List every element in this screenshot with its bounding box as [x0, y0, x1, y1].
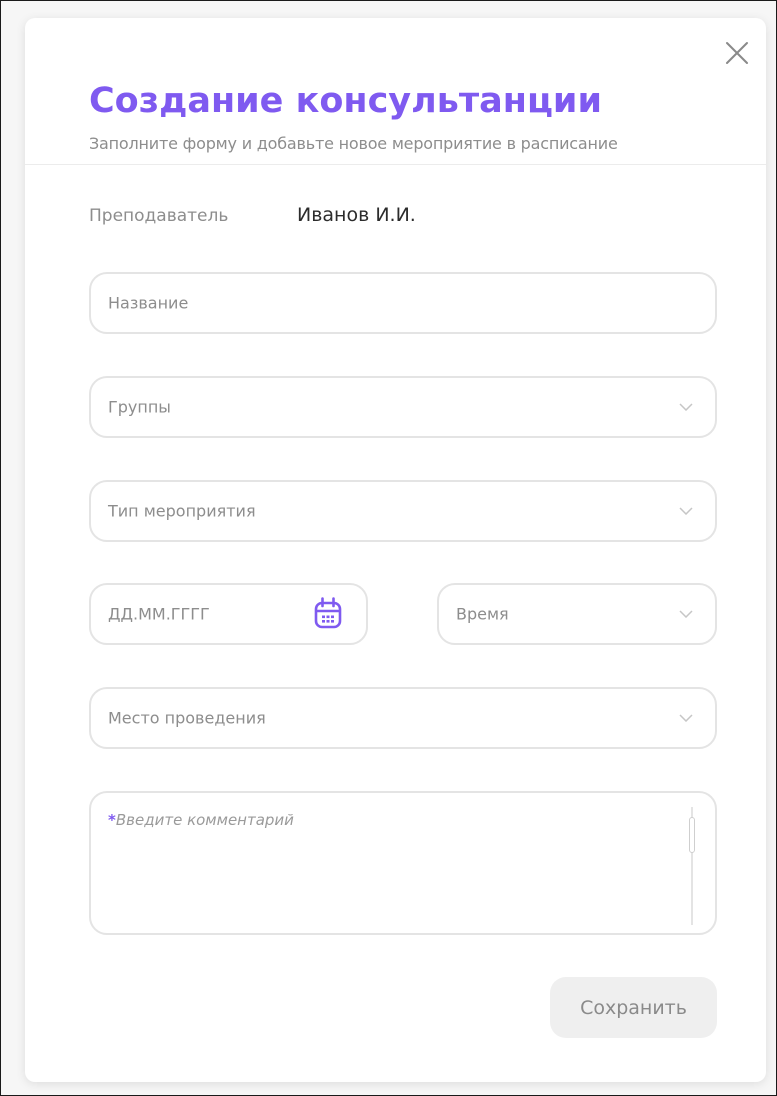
close-button[interactable] [722, 38, 752, 68]
name-input[interactable]: Название [89, 272, 717, 334]
comment-scrollbar-thumb[interactable] [689, 817, 695, 853]
close-icon [726, 42, 748, 64]
event-type-placeholder: Тип мероприятия [108, 501, 256, 521]
event-type-select[interactable]: Тип мероприятия [89, 480, 717, 542]
required-mark: * [108, 811, 116, 829]
comment-textarea[interactable]: *Введите комментарий [89, 791, 717, 935]
groups-select[interactable]: Группы [89, 376, 717, 438]
place-placeholder: Место проведения [108, 708, 266, 728]
save-button[interactable]: Сохранить [550, 977, 717, 1038]
chevron-down-icon [679, 507, 693, 515]
comment-placeholder-text: Введите комментарий [115, 811, 294, 829]
time-select[interactable]: Время [437, 583, 717, 645]
date-placeholder: ДД.ММ.ГГГГ [108, 604, 210, 624]
chevron-down-icon [679, 403, 693, 411]
create-consultation-modal: Создание консультанции Заполните форму и… [25, 18, 766, 1082]
teacher-value: Иванов И.И. [297, 204, 416, 226]
header-divider [25, 164, 766, 165]
viewport-frame: Создание консультанции Заполните форму и… [0, 0, 777, 1096]
time-placeholder: Время [456, 604, 509, 624]
modal-subtitle: Заполните форму и добавьте новое меропри… [89, 134, 618, 153]
comment-placeholder: *Введите комментарий [108, 811, 294, 829]
place-select[interactable]: Место проведения [89, 687, 717, 749]
date-input[interactable]: ДД.ММ.ГГГГ [89, 583, 368, 645]
chevron-down-icon [679, 610, 693, 618]
teacher-label: Преподаватель [89, 206, 229, 226]
modal-title: Создание консультанции [89, 81, 602, 121]
chevron-down-icon [679, 714, 693, 722]
groups-placeholder: Группы [108, 397, 171, 417]
name-placeholder: Название [108, 293, 189, 313]
calendar-icon[interactable] [314, 597, 342, 629]
